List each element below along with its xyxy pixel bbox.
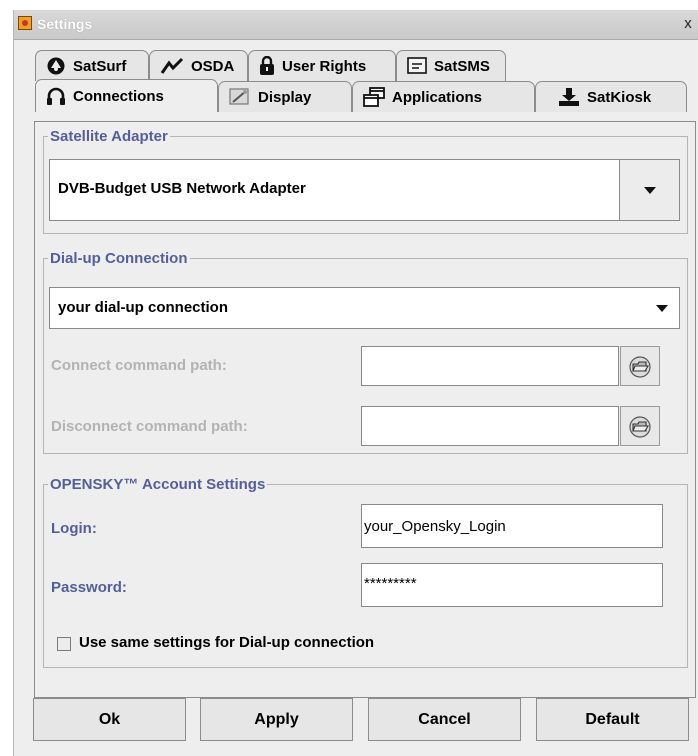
satellite-adapter-select[interactable]: DVB-Budget USB Network Adapter	[49, 159, 680, 221]
tab-user-rights[interactable]: User Rights	[248, 50, 396, 81]
app-icon	[18, 16, 32, 30]
osda-icon	[160, 57, 184, 74]
tab-connections[interactable]: Connections	[35, 79, 218, 112]
dialup-connection-legend: Dial-up Connection	[50, 250, 188, 267]
connect-command-label: Connect command path:	[51, 357, 227, 374]
window-title: Settings	[37, 16, 93, 32]
chevron-down-icon	[643, 186, 656, 194]
display-icon	[229, 88, 249, 105]
password-label: Password:	[51, 579, 127, 596]
cancel-button[interactable]: Cancel	[368, 698, 521, 741]
tab-label: SatSurf	[73, 57, 127, 75]
dialup-connection-value: your dial-up connection	[58, 299, 229, 316]
satellite-adapter-value: DVB-Budget USB Network Adapter	[58, 180, 306, 197]
connections-icon	[47, 87, 65, 105]
settings-window: Settings x SatSurf OSDA User Rights SatS…	[13, 10, 698, 756]
satellite-adapter-dropdown-button[interactable]	[619, 160, 679, 220]
tab-applications[interactable]: Applications	[352, 81, 535, 112]
folder-open-icon	[629, 416, 651, 438]
applications-icon	[363, 87, 385, 107]
tab-osda[interactable]: OSDA	[149, 50, 248, 81]
login-label: Login:	[51, 520, 97, 537]
password-input[interactable]: *********	[361, 563, 663, 607]
tab-satsms[interactable]: SatSMS	[396, 50, 506, 81]
disconnect-browse-button[interactable]	[620, 406, 660, 446]
tab-label: SatKiosk	[587, 88, 652, 106]
tab-label: Display	[258, 88, 312, 106]
tab-label: OSDA	[191, 57, 235, 75]
login-value: your_Opensky_Login	[364, 518, 506, 535]
tab-display[interactable]: Display	[218, 81, 352, 112]
satsurf-icon	[47, 57, 65, 75]
kiosk-icon	[559, 88, 579, 106]
same-settings-label[interactable]: Use same settings for Dial-up connection	[79, 634, 374, 651]
ok-button[interactable]: Ok	[33, 698, 186, 741]
tab-label: User Rights	[282, 57, 367, 75]
dialup-connection-select[interactable]: your dial-up connection	[49, 287, 680, 329]
default-button[interactable]: Default	[536, 698, 689, 741]
chevron-down-icon[interactable]	[656, 305, 668, 312]
same-settings-checkbox[interactable]	[57, 637, 71, 651]
folder-open-icon	[629, 356, 651, 378]
lock-icon	[260, 56, 274, 75]
account-settings-legend: OPENSKY™ Account Settings	[50, 476, 266, 493]
connections-panel: Satellite Adapter DVB-Budget USB Network…	[34, 121, 696, 698]
apply-button[interactable]: Apply	[200, 698, 353, 741]
tab-label: Connections	[73, 87, 164, 105]
disconnect-command-label: Disconnect command path:	[51, 418, 248, 435]
connect-command-input[interactable]	[361, 346, 619, 386]
tab-label: SatSMS	[434, 57, 490, 75]
title-bar[interactable]: Settings x	[14, 10, 698, 40]
sms-icon	[407, 57, 427, 74]
disconnect-command-input[interactable]	[361, 406, 619, 446]
connect-browse-button[interactable]	[620, 346, 660, 386]
tab-label: Applications	[392, 88, 483, 106]
satellite-adapter-legend: Satellite Adapter	[50, 128, 168, 145]
password-value: *********	[364, 575, 417, 592]
close-button[interactable]: x	[679, 15, 697, 33]
login-input[interactable]: your_Opensky_Login	[361, 504, 663, 548]
tab-satkiosk[interactable]: SatKiosk	[535, 81, 687, 112]
tab-satsurf[interactable]: SatSurf	[35, 50, 149, 81]
